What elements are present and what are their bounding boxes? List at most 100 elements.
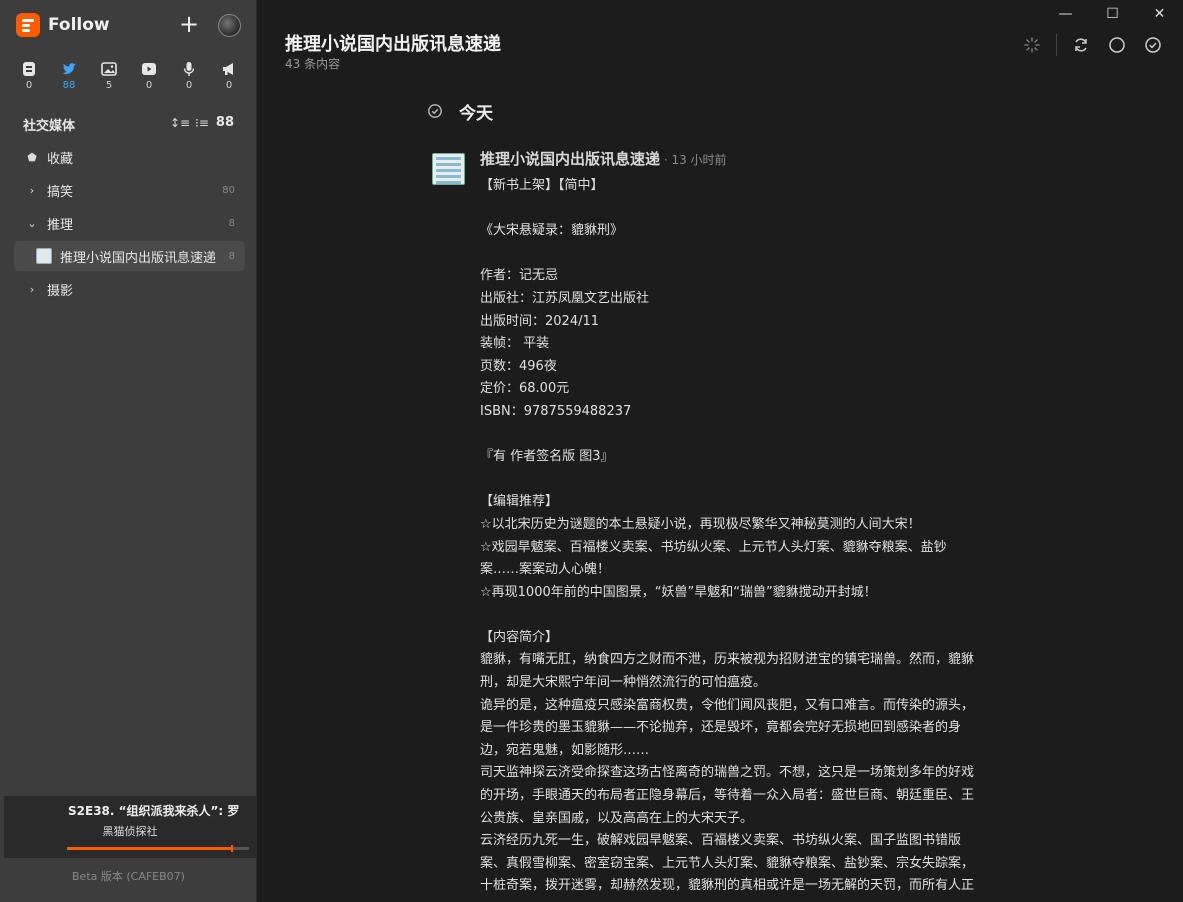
megaphone-icon <box>223 63 233 75</box>
version-label: Beta 版本 (CAFEB07) <box>72 870 185 883</box>
mark-day-read-icon[interactable] <box>427 103 443 119</box>
entry-line: ☆戏园旱魃案、百福楼义卖案、书坊纵火案、上元节人头灯案、貔貅夺粮案、盐钞 <box>480 539 947 555</box>
player-progress-knob[interactable] <box>230 845 233 852</box>
entry-line: 司天监神探云济受命探查这场古怪离奇的瑞兽之罚。不想，这只是一场策划多年的好戏 <box>480 765 975 781</box>
close-button[interactable]: ✕ <box>1136 0 1183 30</box>
ai-summary-button[interactable] <box>1014 34 1050 56</box>
avatar[interactable] <box>218 14 241 37</box>
sidebar-item-label: 推理小说国内出版讯息速递 <box>60 250 217 266</box>
view-videos[interactable]: 0 <box>129 60 169 91</box>
section-count: 88 <box>215 115 234 130</box>
toolbar <box>1014 34 1171 56</box>
sidebar-item-label: 搞笑 <box>47 184 74 200</box>
sidebar-item-photography[interactable]: › 摄影 <box>14 274 245 304</box>
sidebar-item-mystery[interactable]: ⌄ 推理 8 <box>14 208 245 238</box>
player-title: S2E38. “组织派我来杀人”: 罗 <box>68 804 240 818</box>
view-notifications[interactable]: 0 <box>209 60 249 91</box>
sidebar-item-feed[interactable]: 推理小说国内出版讯息速递 8 <box>14 241 245 271</box>
brand[interactable]: Follow <box>16 13 110 37</box>
section-header: 社交媒体 ↕≡ ⁝≡ 88 <box>23 115 243 134</box>
entry-line: 公贵族、皇亲国戚，以及高高在上的大宋天子。 <box>480 810 754 826</box>
unread-count: 8 <box>228 250 235 262</box>
minimize-button[interactable]: — <box>1042 0 1089 30</box>
entry-line: ☆以北宋历史为谜题的本土悬疑小说，再现极尽繁华又神秘莫测的人间大宋！ <box>480 516 921 532</box>
entry-line: 出版时间：2024/11 <box>480 313 600 329</box>
entry-line: ISBN：9787559488237 <box>480 403 632 419</box>
entry-line: 定价：68.00元 <box>480 381 570 397</box>
item-count: 43 条内容 <box>285 57 341 71</box>
mark-all-read-button[interactable] <box>1135 34 1171 56</box>
entry-time: · 13 小时前 <box>660 153 727 167</box>
picture-icon <box>101 62 117 76</box>
entry-line: 诡异的是，这种瘟疫只感染富商权贵，令他们闻风丧胆，又有口难言。而传染的源头， <box>480 697 975 713</box>
entry-line: 案、真假雪柳案、密室窃宝案、上元节人头灯案、貔貅夺粮案、盐钞案、宗女失踪案， <box>480 855 975 871</box>
audio-player[interactable]: S2E38. “组织派我来杀人”: 罗 黑猫侦探社 <box>4 796 256 858</box>
entry-header: 推理小说国内出版讯息速递 · 13 小时前 <box>480 148 727 169</box>
article-icon <box>23 62 35 76</box>
entry-line: 『有 作者签名版 图3』 <box>480 449 614 465</box>
chevron-down-icon[interactable]: ⌄ <box>24 217 40 230</box>
view-social-media[interactable]: 88 <box>49 60 89 91</box>
entry-line: ☆再现1000年前的中国图景，“妖兽”旱魃和“瑞兽”貔貅搅动开封城！ <box>480 584 877 600</box>
app-name: Follow <box>48 15 110 35</box>
feed-avatar <box>432 153 465 185</box>
view-count: 5 <box>105 80 113 91</box>
entry-line: 的开场，手眼通天的布局者正隐身幕后，等待着一众入局者：盛世巨商、朝廷重臣、王 <box>480 788 975 804</box>
entry-content: 【新书上架】【简中】 《大宋悬疑录：貔貅刑》 作者：记无忌 出版社：江苏凤凰文艺出版社… <box>480 175 1020 898</box>
entry-line: 装帧： 平装 <box>480 336 550 352</box>
view-count: 88 <box>62 80 76 91</box>
feed-icon <box>36 248 52 264</box>
sidebar-item-label: 收藏 <box>47 151 74 167</box>
entry-line: 刑，却是大宋熙宁年间一种悄然流行的可怕瘟疫。 <box>480 675 767 691</box>
maximize-button[interactable]: ☐ <box>1089 0 1136 30</box>
check-circle-icon <box>1145 37 1161 53</box>
view-switcher: 0 88 5 0 0 0 <box>9 60 249 91</box>
add-feed-button[interactable]: + <box>178 12 200 36</box>
entry-line: 页数：496夜 <box>480 358 557 374</box>
view-articles[interactable]: 0 <box>9 60 49 91</box>
list-view-icon[interactable]: ⁝≡ <box>195 116 209 130</box>
page-title: 推理小说国内出版讯息速递 <box>285 34 501 55</box>
view-pictures[interactable]: 5 <box>89 60 129 91</box>
sidebar-item-funny[interactable]: › 搞笑 80 <box>14 175 245 205</box>
player-progress[interactable] <box>67 845 249 852</box>
entry-line: 边，宛若鬼魅，如影随形…… <box>480 742 650 758</box>
entry-line: 【内容简介】 <box>480 629 559 645</box>
player-progress-fill <box>67 847 231 850</box>
chevron-right-icon[interactable]: › <box>24 184 40 197</box>
unread-count: 80 <box>222 184 235 196</box>
sidebar-item-label: 推理 <box>47 217 74 233</box>
entry-feed-name[interactable]: 推理小说国内出版讯息速递 <box>480 150 660 168</box>
sidebar-item-favorites[interactable]: ⬟ 收藏 <box>14 142 245 172</box>
star-icon: ⬟ <box>27 150 37 164</box>
entry-line: 【新书上架】【简中】 <box>480 178 604 193</box>
entry-line: 十桩奇案，拨开迷雾，却赫然发现，貔貅刑的真相或许是一场无解的天罚，而所有人正 <box>480 878 975 894</box>
entry-line <box>480 198 1020 221</box>
entry-line: 是一件珍贵的墨玉貔貅——不论抛弃，还是毁坏，竟都会完好无损地回到感染者的身 <box>480 720 962 736</box>
entry-line: 【编辑推荐】 <box>480 494 559 510</box>
entry-line: 出版社：江苏凤凰文艺出版社 <box>480 290 650 306</box>
entry-line <box>480 604 1020 627</box>
refresh-icon <box>1075 38 1087 52</box>
refresh-button[interactable] <box>1063 34 1099 56</box>
entry-line: 云济经历九死一生，破解戏园旱魃案、百福楼义卖案、书坊纵火案、国子监图书错版 <box>480 833 962 849</box>
entry-line <box>480 424 1020 447</box>
chevron-right-icon[interactable]: › <box>24 283 40 296</box>
entry-line <box>480 469 1020 492</box>
sidebar: Follow + 0 88 5 0 0 0 社交媒体 ↕≡ ⁝≡ 88 ⬟ 收藏… <box>0 0 257 902</box>
view-audio[interactable]: 0 <box>169 60 209 91</box>
toolbar-divider <box>1056 34 1057 56</box>
view-count: 0 <box>225 80 233 91</box>
window-controls: — ☐ ✕ <box>1042 0 1183 30</box>
sparkle-icon <box>1024 37 1040 53</box>
sort-icon[interactable]: ↕≡ <box>170 116 190 130</box>
unread-count: 8 <box>228 217 235 229</box>
main-panel: — ☐ ✕ 推理小说国内出版讯息速递 43 条内容 今天 推理小说国内出版讯息速… <box>258 0 1183 902</box>
microphone-icon <box>183 62 195 76</box>
unread-filter-button[interactable] <box>1099 34 1135 56</box>
day-label: 今天 <box>459 104 493 124</box>
twitter-icon <box>62 63 76 75</box>
section-title: 社交媒体 <box>23 119 76 134</box>
view-count: 0 <box>185 80 193 91</box>
player-subtitle: 黑猫侦探社 <box>102 825 158 838</box>
